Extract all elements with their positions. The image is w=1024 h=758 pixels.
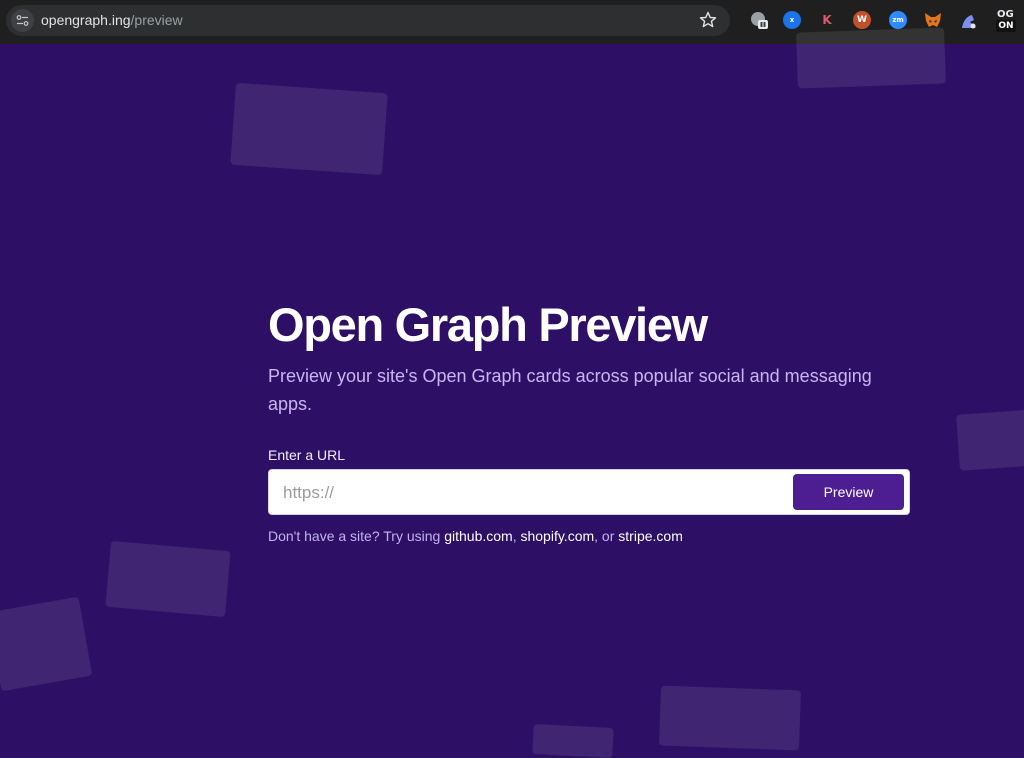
address-url[interactable]: opengraph.ing/preview	[41, 12, 183, 28]
x-extension-icon[interactable]: x	[783, 11, 801, 29]
bookmark-star-icon[interactable]	[698, 10, 718, 30]
page-title: Open Graph Preview	[268, 298, 708, 351]
wordpress-extension-icon[interactable]: W	[853, 11, 871, 29]
url-form: Preview	[268, 469, 910, 515]
decorative-card	[658, 685, 802, 751]
k-extension-badge: K	[822, 13, 832, 27]
decorative-card	[532, 723, 614, 758]
og-extension-icon[interactable]: OG ON	[995, 9, 1017, 33]
wordpress-extension-badge: W	[853, 11, 871, 29]
address-bar[interactable]: opengraph.ing/preview	[6, 5, 730, 36]
og-extension-on-badge: ON	[996, 20, 1016, 32]
x-extension-badge: x	[783, 11, 801, 29]
url-path: /preview	[130, 12, 183, 28]
decorative-card	[230, 82, 388, 176]
decorative-card	[0, 596, 93, 692]
decorative-card	[105, 540, 231, 618]
stripe-link[interactable]: stripe.com	[618, 528, 683, 544]
k-extension-icon[interactable]: K	[818, 11, 836, 29]
url-host: opengraph.ing	[41, 12, 131, 28]
hero-section: Open Graph Preview Preview your site's O…	[268, 296, 928, 418]
zoom-extension-icon[interactable]: zm	[889, 11, 907, 29]
decorative-card	[956, 409, 1024, 471]
site-settings-icon[interactable]	[11, 9, 34, 32]
url-field-label: Enter a URL	[268, 447, 346, 463]
github-link[interactable]: github.com	[444, 528, 512, 544]
shield-extension-icon[interactable]	[750, 11, 768, 29]
suggestion-hint: Don't have a site? Try using github.com,…	[268, 528, 683, 544]
og-extension-label: OG	[997, 9, 1014, 20]
hint-separator: , or	[594, 528, 619, 544]
zoom-extension-badge: zm	[889, 11, 907, 29]
preview-button[interactable]: Preview	[793, 474, 904, 510]
metamask-extension-icon[interactable]	[924, 11, 942, 29]
hint-prefix: Don't have a site? Try using	[268, 528, 445, 544]
page-subtitle: Preview your site's Open Graph cards acr…	[268, 366, 872, 414]
url-input[interactable]	[281, 478, 785, 508]
shopify-link[interactable]: shopify.com	[520, 528, 594, 544]
figure-extension-icon[interactable]	[959, 11, 977, 29]
decorative-card	[796, 27, 946, 89]
